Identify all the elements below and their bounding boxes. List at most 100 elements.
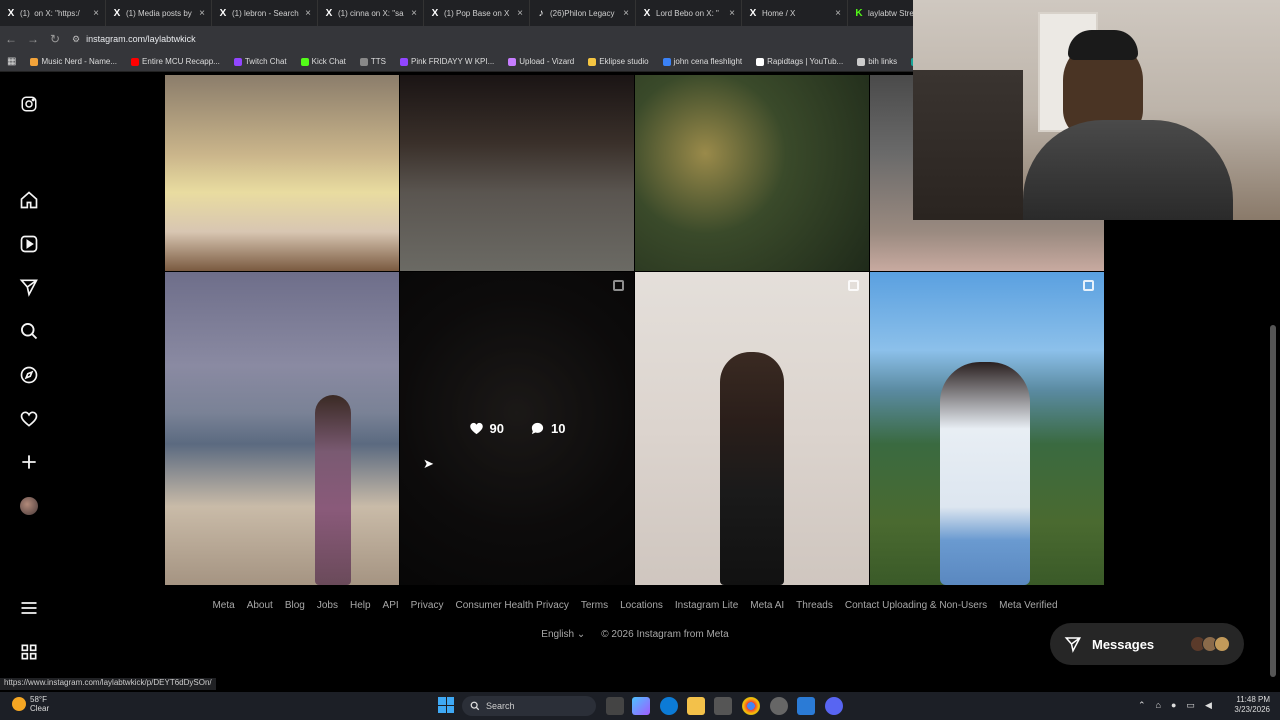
close-icon[interactable]: × — [835, 8, 841, 19]
windows-start-icon[interactable] — [438, 697, 454, 713]
footer-link[interactable]: About — [247, 600, 273, 611]
back-icon[interactable]: ← — [0, 32, 22, 46]
more-menu-icon[interactable] — [18, 597, 40, 619]
post-thumbnail[interactable] — [400, 75, 634, 271]
language-select[interactable]: English ⌄ — [541, 629, 585, 640]
bookmark-item[interactable]: Kick Chat — [294, 57, 353, 66]
bookmark-item[interactable]: bih links — [850, 57, 904, 66]
photo-figure — [720, 352, 784, 585]
browser-tab[interactable]: X (1) Media posts by × — [106, 0, 212, 26]
bookmark-item[interactable]: Eklipse studio — [581, 57, 655, 66]
task-view-icon[interactable] — [606, 697, 624, 715]
status-url-bubble: https://www.instagram.com/laylabtwkick/p… — [0, 678, 216, 690]
x-icon: X — [113, 7, 121, 19]
footer-link[interactable]: Instagram Lite — [675, 600, 738, 611]
weather-widget[interactable]: 58°F Clear — [12, 695, 49, 713]
settings-icon[interactable] — [770, 697, 788, 715]
browser-tab[interactable]: X (1) Pop Base on X × — [424, 0, 530, 26]
x-icon: X — [643, 7, 651, 19]
notepad-icon[interactable] — [797, 697, 815, 715]
footer-link[interactable]: API — [383, 600, 399, 611]
page-scrollbar[interactable] — [1270, 325, 1276, 677]
footer-link[interactable]: Locations — [620, 600, 663, 611]
create-plus-icon[interactable] — [18, 451, 40, 473]
close-icon[interactable]: × — [199, 8, 205, 19]
browser-tab[interactable]: X (1) ⁣ on X: "https:/ × — [0, 0, 106, 26]
system-tray[interactable]: ⌃ ⌂ ● ▭ ◀ — [1138, 700, 1212, 711]
post-thumbnail[interactable] — [165, 272, 399, 585]
bookmark-item[interactable]: Twitch Chat — [227, 57, 294, 66]
close-icon[interactable]: × — [305, 8, 311, 19]
footer-link[interactable]: Privacy — [411, 600, 444, 611]
messages-button[interactable]: Messages — [1050, 623, 1244, 665]
bookmark-label: Pink FRIDAYY W KPI... — [410, 57, 495, 66]
footer-link[interactable]: Jobs — [317, 600, 338, 611]
bookmark-favicon-icon — [233, 57, 242, 66]
bookmark-item[interactable]: Entire MCU Recapp... — [124, 57, 227, 66]
reload-icon[interactable]: ↻ — [44, 32, 66, 46]
browser-tab[interactable]: ♪ (26)Philon Legacy × — [530, 0, 636, 26]
site-info-icon[interactable]: ⚙ — [72, 34, 80, 45]
instagram-logo-icon[interactable] — [18, 93, 40, 115]
copilot-icon[interactable] — [632, 697, 650, 715]
browser-tab[interactable]: X Lord Bebo on X: " × — [636, 0, 742, 26]
bookmark-item[interactable]: Rapidtags | YouTub... — [749, 57, 850, 66]
display-icon: ▭ — [1186, 700, 1195, 710]
footer-link[interactable]: Contact Uploading & Non-Users — [845, 600, 987, 611]
chrome-icon[interactable] — [742, 697, 760, 715]
footer-link[interactable]: Help — [350, 600, 371, 611]
post-thumbnail[interactable] — [165, 75, 399, 271]
apps-icon[interactable]: ▦ — [0, 56, 23, 67]
close-icon[interactable]: × — [517, 8, 523, 19]
close-icon[interactable]: × — [93, 8, 99, 19]
clock[interactable]: 11:48 PM 3/23/2026 — [1228, 695, 1270, 715]
post-thumbnail-hovered[interactable]: 90 10 — [400, 272, 634, 585]
browser-tab[interactable]: X (1) cinna on X: "sa × — [318, 0, 424, 26]
footer-link[interactable]: Meta — [212, 600, 234, 611]
footer-link[interactable]: Meta AI — [750, 600, 784, 611]
close-icon[interactable]: × — [411, 8, 417, 19]
post-thumbnail[interactable] — [635, 272, 869, 585]
bookmark-item[interactable]: Upload - Vizard — [501, 57, 581, 66]
notifications-heart-icon[interactable] — [18, 408, 40, 430]
post-thumbnail[interactable] — [870, 272, 1104, 585]
edge-icon[interactable] — [660, 697, 678, 715]
also-from-meta-icon[interactable] — [18, 641, 40, 663]
footer-link[interactable]: Meta Verified — [999, 600, 1057, 611]
direct-message-icon — [1064, 637, 1081, 653]
bookmark-item[interactable]: Music Nerd - Name... — [23, 57, 124, 66]
home-icon[interactable] — [18, 189, 40, 211]
forward-icon[interactable]: → — [22, 32, 44, 46]
url-text: instagram.com/laylabtwkick — [86, 34, 196, 44]
post-thumbnail[interactable] — [635, 75, 869, 271]
profile-avatar[interactable] — [18, 495, 40, 517]
discord-icon[interactable] — [825, 697, 843, 715]
bookmark-item[interactable]: TTS — [353, 57, 393, 66]
taskbar-search[interactable]: Search — [462, 696, 596, 716]
footer-link[interactable]: Consumer Health Privacy — [455, 600, 568, 611]
search-icon[interactable] — [18, 320, 40, 342]
browser-tab[interactable]: X Home / X × — [742, 0, 848, 26]
reels-icon[interactable] — [18, 233, 40, 255]
windows-taskbar: 58°F Clear Search ⌃ ⌂ ● ▭ ◀ 11:48 PM 3/2… — [0, 692, 1280, 720]
browser-tab[interactable]: X (1) lebron - Search × — [212, 0, 318, 26]
close-icon[interactable]: × — [729, 8, 735, 19]
likes-stat: 90 — [469, 421, 504, 436]
bookmark-item[interactable]: john cena fleshlight — [656, 57, 750, 66]
tab-title: Home / X — [762, 8, 796, 18]
clock-time: 11:48 PM — [1236, 695, 1270, 704]
bookmark-item[interactable]: Pink FRIDAYY W KPI... — [393, 57, 501, 66]
close-icon[interactable]: × — [623, 8, 629, 19]
footer-link[interactable]: Terms — [581, 600, 608, 611]
address-bar[interactable]: ⚙ instagram.com/laylabtwkick — [72, 34, 196, 45]
explore-icon[interactable] — [18, 364, 40, 386]
bookmark-favicon-icon — [30, 57, 39, 66]
x-icon: X — [431, 7, 439, 19]
comments-count: 10 — [551, 421, 566, 436]
file-explorer-icon[interactable] — [687, 697, 705, 715]
store-icon[interactable] — [714, 697, 732, 715]
footer-link[interactable]: Threads — [796, 600, 833, 611]
footer-link[interactable]: Blog — [285, 600, 305, 611]
direct-icon[interactable] — [18, 276, 40, 298]
bookmark-favicon-icon — [508, 57, 517, 66]
